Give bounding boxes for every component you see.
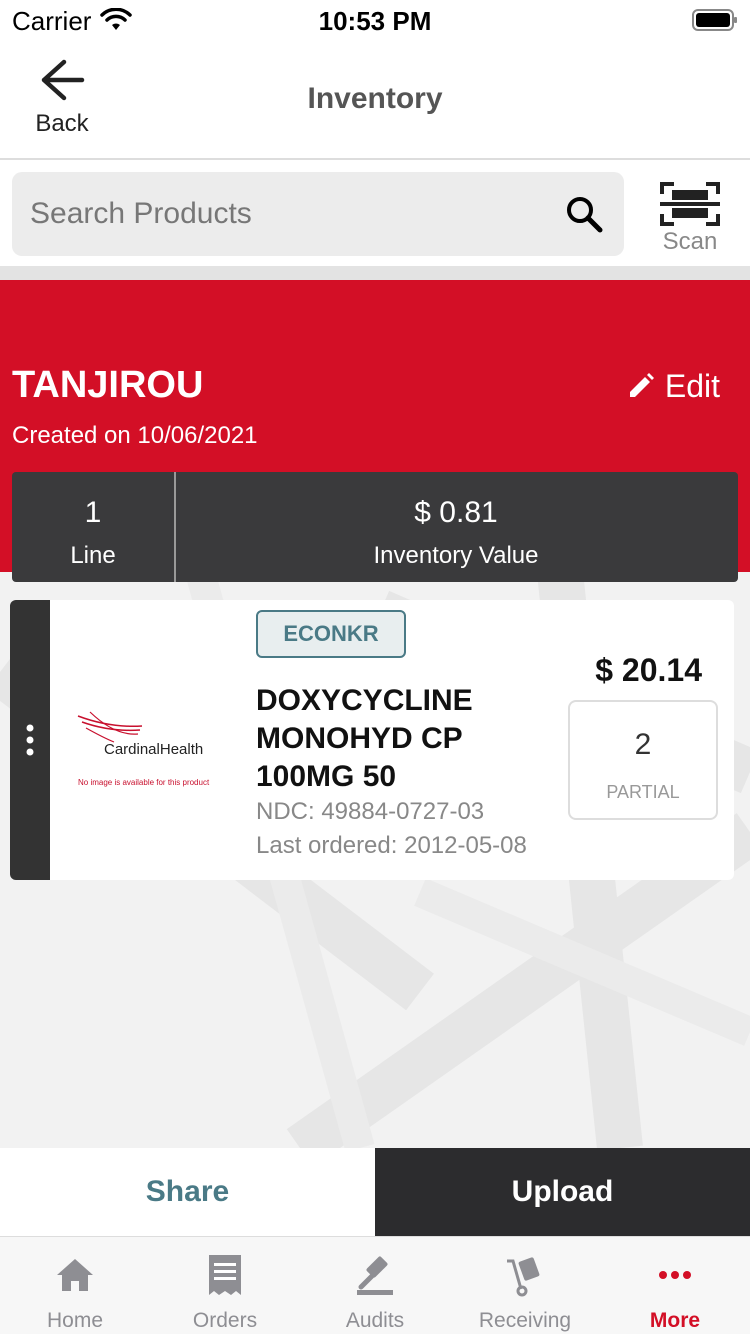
page-title: Inventory	[307, 82, 443, 115]
scan-label: Scan	[662, 228, 718, 255]
product-last-ordered: Last ordered: 2012-05-08	[256, 832, 527, 859]
scan-button[interactable]: Scan	[650, 174, 730, 255]
tab-label: Orders	[192, 1309, 258, 1332]
quantity-unit: PARTIAL	[606, 782, 680, 802]
no-image-note: No image is available for this product	[78, 778, 210, 787]
hand-truck-icon	[507, 1257, 540, 1297]
search-box	[12, 172, 624, 256]
orders-icon	[209, 1255, 241, 1295]
product-card[interactable]: CardinalHealth No image is available for…	[10, 600, 734, 880]
quantity-value: 2	[634, 728, 652, 761]
inventory-value-label: Inventory Value	[373, 542, 539, 569]
line-label: Line	[70, 542, 116, 569]
tab-label: Receiving	[478, 1309, 572, 1332]
tab-audits[interactable]: Audits	[300, 1237, 450, 1334]
upload-button[interactable]: Upload	[375, 1148, 750, 1236]
vertical-dots-icon	[26, 724, 34, 756]
product-image-placeholder: CardinalHealth	[77, 711, 203, 758]
inventory-created-date: Created on 10/06/2021	[12, 422, 258, 449]
card-options-handle[interactable]	[10, 600, 50, 880]
tab-receiving[interactable]: Receiving	[450, 1237, 600, 1334]
status-bar: Carrier 10:53 PM	[0, 0, 750, 44]
status-time: 10:53 PM	[318, 6, 432, 36]
divider	[0, 266, 750, 280]
search-input[interactable]	[30, 172, 550, 256]
inventory-value-stat: $ 0.81 Inventory Value	[176, 472, 736, 582]
tab-bar: Home Orders Audits Receiving More	[0, 1236, 750, 1334]
tab-more[interactable]: More	[600, 1237, 750, 1334]
search-icon[interactable]	[564, 194, 604, 234]
tab-label: More	[649, 1309, 701, 1332]
tab-orders[interactable]: Orders	[150, 1237, 300, 1334]
tab-label: Home	[46, 1309, 104, 1332]
pencil-icon	[629, 373, 654, 397]
product-name: DOXYCYCLINE MONOHYD CP 100MG 50	[256, 684, 473, 793]
product-ndc: NDC: 49884-0727-03	[256, 798, 485, 825]
nav-bar: Back Inventory	[0, 44, 750, 160]
vendor-badge: ECONKR	[256, 610, 406, 658]
inventory-value: $ 0.81	[414, 496, 498, 529]
tab-home[interactable]: Home	[0, 1237, 150, 1334]
product-price: $ 20.14	[595, 652, 702, 688]
quantity-box[interactable]: 2 PARTIAL	[568, 700, 718, 820]
edit-label: Edit	[664, 367, 720, 404]
home-icon	[57, 1259, 93, 1291]
tab-label: Audits	[345, 1309, 405, 1332]
line-count: 1	[84, 496, 102, 529]
inventory-stats: 1 Line $ 0.81 Inventory Value	[12, 472, 738, 582]
inventory-name: TANJIROU	[12, 364, 204, 406]
logo-brand-text: CardinalHealth	[104, 741, 203, 758]
gavel-icon	[357, 1256, 393, 1295]
battery-icon	[692, 9, 737, 31]
line-count-stat: 1 Line	[12, 472, 176, 582]
barcode-scan-icon	[660, 182, 720, 226]
share-button[interactable]: Share	[0, 1148, 375, 1236]
edit-button[interactable]: Edit	[627, 366, 720, 406]
search-row: Scan	[0, 160, 750, 266]
more-dots-icon	[659, 1271, 691, 1279]
